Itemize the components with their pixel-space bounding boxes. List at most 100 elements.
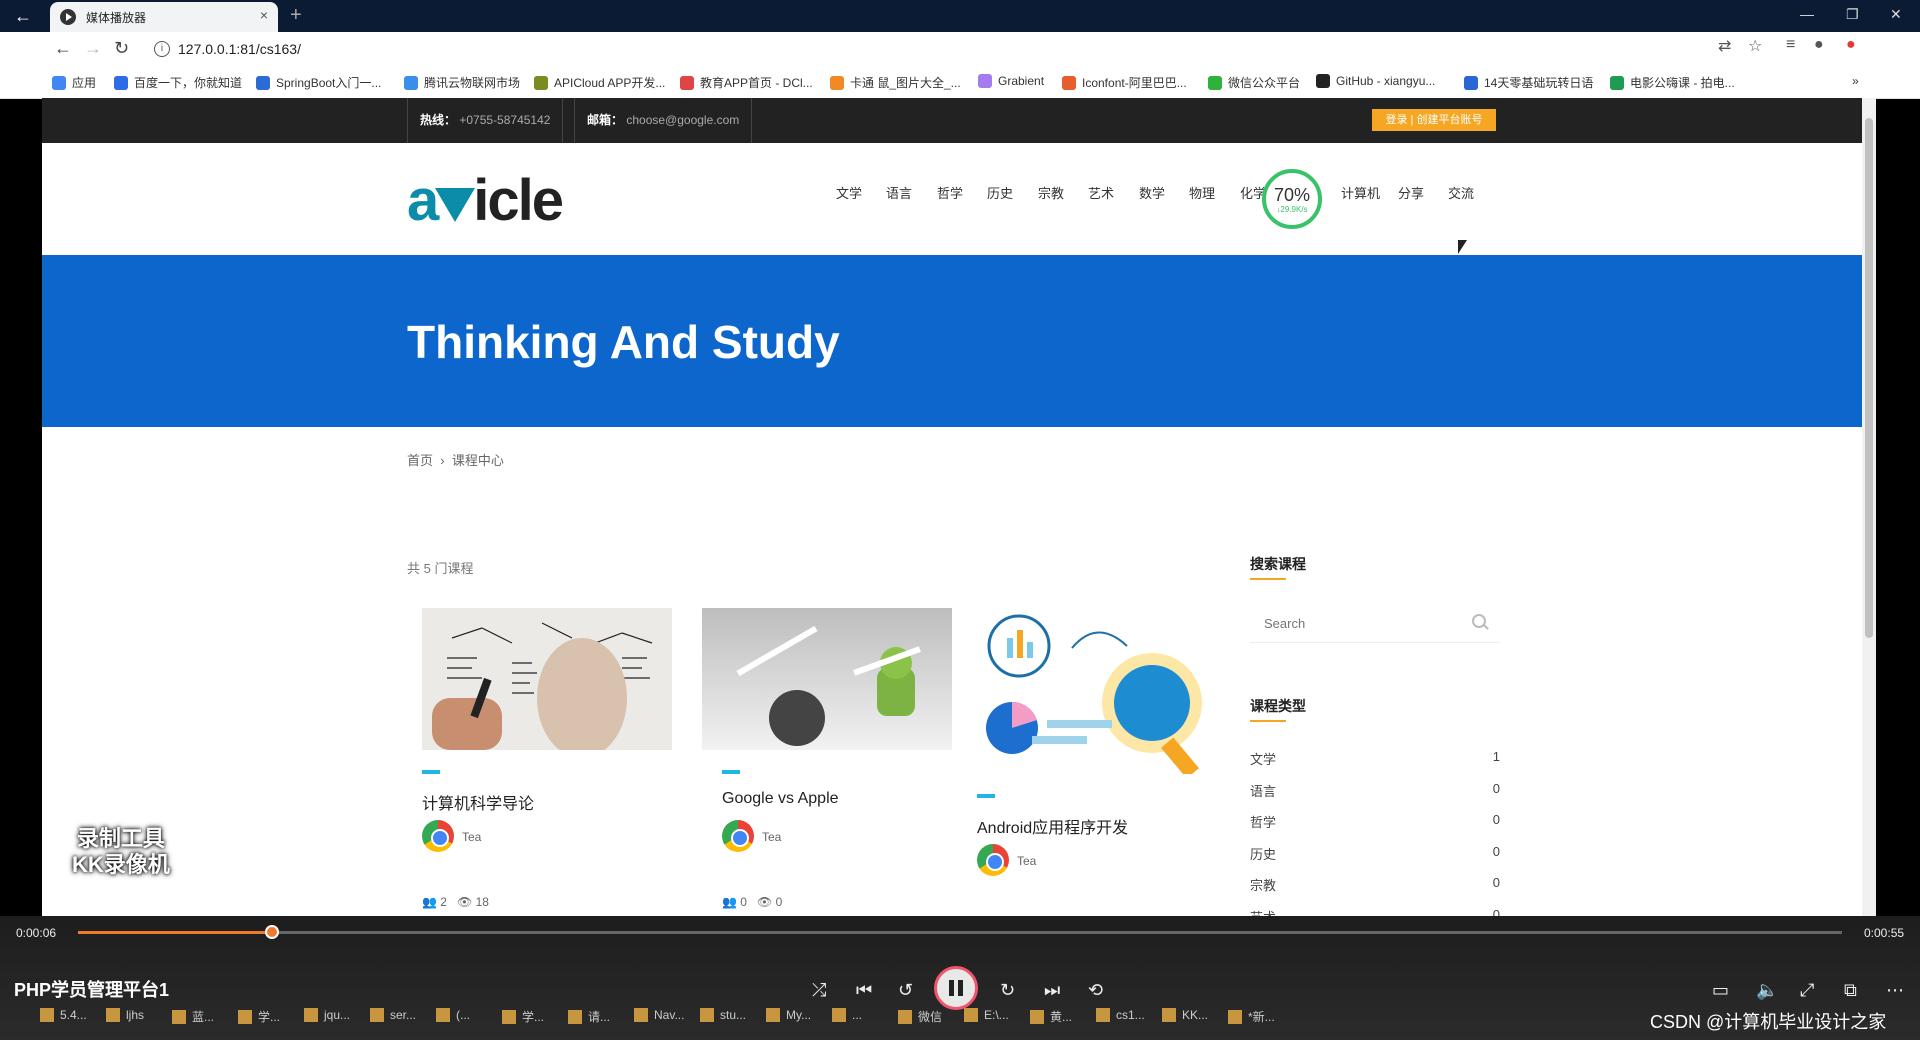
repeat-off-icon[interactable]: ⟲ [1088, 980, 1103, 1001]
taskbar-item[interactable]: 微信 [898, 1008, 942, 1025]
next-icon[interactable]: ⏭ [1044, 980, 1060, 1001]
fullscreen-icon[interactable]: ⤢ [1800, 980, 1814, 1001]
taskbar-item[interactable]: ... [832, 1008, 862, 1022]
menu-item[interactable]: 历史 [987, 183, 1013, 202]
taskbar-item[interactable]: KK... [1162, 1008, 1208, 1022]
course-title[interactable]: Android应用程序开发 [977, 814, 1128, 838]
restore-icon[interactable]: ❐ [1846, 6, 1859, 23]
taskbar-item[interactable]: Nav... [634, 1008, 684, 1022]
bookmark-item[interactable]: 教育APP首页 - DCl... [680, 74, 813, 91]
search-box[interactable] [1250, 604, 1500, 643]
miniplayer-icon[interactable]: ⧉ [1844, 980, 1857, 1001]
browser-tab[interactable]: 媒体播放器 × [50, 2, 278, 32]
menu-item[interactable]: 宗教 [1038, 183, 1064, 202]
bookmark-item[interactable]: Grabient [978, 74, 1044, 88]
course-type-item[interactable]: 哲学 0 [1250, 812, 1500, 831]
menu-item[interactable]: 哲学 [937, 183, 963, 202]
seek-bar-knob[interactable] [265, 925, 280, 939]
previous-icon[interactable]: ⏮ [856, 980, 872, 1001]
breadcrumb-home[interactable]: 首页 [407, 453, 433, 468]
menu-item[interactable]: 文学 [836, 183, 862, 202]
course-type-item[interactable]: 艺术0 [1250, 907, 1500, 917]
taskbar-item[interactable]: 蓝... [172, 1008, 214, 1025]
search-input[interactable] [1262, 612, 1466, 634]
volume-icon[interactable]: 🔈 [1756, 980, 1778, 1001]
bookmark-item[interactable]: 百度一下，你就知道 [114, 74, 242, 91]
course-thumbnail-analytics[interactable] [977, 608, 1227, 774]
back-arrow-icon[interactable]: ← [10, 4, 36, 28]
subtitles-icon[interactable]: ▭ [1712, 980, 1729, 1001]
taskbar-item[interactable]: *新... [1228, 1008, 1275, 1025]
bookmark-item[interactable]: GitHub - xiangyu... [1316, 74, 1435, 88]
taskbar-item[interactable]: ser... [370, 1008, 416, 1022]
close-icon[interactable]: × [260, 7, 268, 23]
window-close-icon[interactable]: ✕ [1890, 6, 1902, 23]
taskbar-item[interactable]: 请... [568, 1008, 610, 1025]
menu-item[interactable]: 分享 [1398, 183, 1424, 202]
course-title[interactable]: Google vs Apple [722, 790, 839, 808]
translate-icon[interactable]: ⇄ [1718, 36, 1731, 56]
forward-30-icon[interactable]: ↻ [1000, 980, 1015, 1001]
bookmark-item[interactable]: 应用 [52, 74, 96, 91]
site-topbar: 热线： +0755-58745142 邮箱： choose@google.com… [42, 98, 1862, 143]
bookmark-item[interactable]: Iconfont-阿里巴巴... [1062, 74, 1187, 91]
scrollbar-thumb[interactable] [1865, 118, 1873, 638]
new-tab-button[interactable]: + [290, 4, 302, 27]
taskbar-item[interactable]: 黄... [1030, 1008, 1072, 1025]
video-title: PHP学员管理平台1 [14, 980, 170, 1000]
taskbar-item[interactable]: jqu... [304, 1008, 350, 1022]
taskbar-item[interactable]: ljhs [106, 1008, 144, 1022]
course-type-item[interactable]: 语言 0 [1250, 781, 1500, 800]
profile-icon[interactable]: ● [1814, 36, 1824, 54]
taskbar-item[interactable]: (... [436, 1008, 470, 1022]
course-title[interactable]: 计算机科学导论 [422, 790, 534, 814]
menu-item[interactable]: 语言 [886, 183, 912, 202]
bookmark-item[interactable]: 卡通 鼠_图片大全_... [830, 74, 961, 91]
course-type-item[interactable]: 历史 0 [1250, 844, 1500, 863]
more-icon[interactable]: ⋯ [1886, 980, 1904, 1001]
rewind-10-icon[interactable]: ↺ [898, 980, 913, 1001]
shuffle-icon[interactable]: ⤮ [812, 980, 826, 1001]
site-logo[interactable]: a icle [407, 167, 564, 234]
search-icon[interactable] [1472, 614, 1486, 628]
bookmark-item[interactable]: 腾讯云物联网市场 [404, 74, 520, 91]
taskbar-item[interactable]: stu... [700, 1008, 746, 1022]
avatar [422, 820, 454, 852]
page-scrollbar[interactable] [1862, 98, 1876, 916]
course-thumbnail-notes[interactable] [422, 608, 672, 750]
course-type-item[interactable]: 宗教 0 [1250, 875, 1500, 894]
taskbar-item[interactable]: 学... [238, 1008, 280, 1025]
reload-icon[interactable]: ↻ [114, 38, 129, 59]
address-bar[interactable]: i 127.0.0.1:81/cs163/ [146, 36, 1706, 62]
login-button[interactable]: 登录 | 创建平台账号 [1372, 109, 1496, 131]
forward-icon[interactable]: → [84, 38, 102, 59]
extension-icon[interactable]: ● [1846, 36, 1856, 54]
bookmark-item[interactable]: 14天零基础玩转日语 [1464, 74, 1593, 91]
info-icon[interactable]: i [154, 41, 170, 57]
taskbar-item[interactable]: My... [766, 1008, 811, 1022]
bookmark-item[interactable]: SpringBoot入门一... [256, 74, 381, 91]
more-bookmarks-icon[interactable]: » [1852, 74, 1859, 88]
course-thumbnail-android[interactable] [702, 608, 952, 750]
menu-item[interactable]: 物理 [1189, 183, 1215, 202]
back-icon[interactable]: ← [54, 38, 72, 59]
taskbar-item[interactable]: 学... [502, 1008, 544, 1025]
url-text[interactable]: 127.0.0.1:81/cs163/ [178, 41, 301, 57]
eye-icon: 👁 [457, 895, 473, 909]
course-type-item[interactable]: 文学 1 [1250, 749, 1500, 768]
menu-item[interactable]: 交流 [1448, 183, 1474, 202]
menu-item[interactable]: 数学 [1139, 183, 1165, 202]
bookmark-item[interactable]: APICloud APP开发... [534, 74, 665, 91]
bookmark-item[interactable]: 微信公众平台 [1208, 74, 1300, 91]
menu-item[interactable]: 计算机 [1341, 183, 1380, 202]
menu-item[interactable]: 艺术 [1088, 183, 1114, 202]
seek-bar[interactable] [78, 925, 1842, 939]
taskbar-item[interactable]: E:\... [964, 1008, 1009, 1022]
taskbar-item[interactable]: cs1... [1096, 1008, 1145, 1022]
star-icon[interactable]: ☆ [1748, 36, 1762, 56]
reading-list-icon[interactable]: ≡ [1786, 36, 1795, 54]
bookmark-item[interactable]: 电影公嗨课 - 拍电... [1610, 74, 1735, 91]
minimize-icon[interactable]: — [1800, 6, 1814, 22]
hotline: 热线： +0755-58745142 [407, 98, 564, 143]
taskbar-item[interactable]: 5.4... [40, 1008, 87, 1022]
